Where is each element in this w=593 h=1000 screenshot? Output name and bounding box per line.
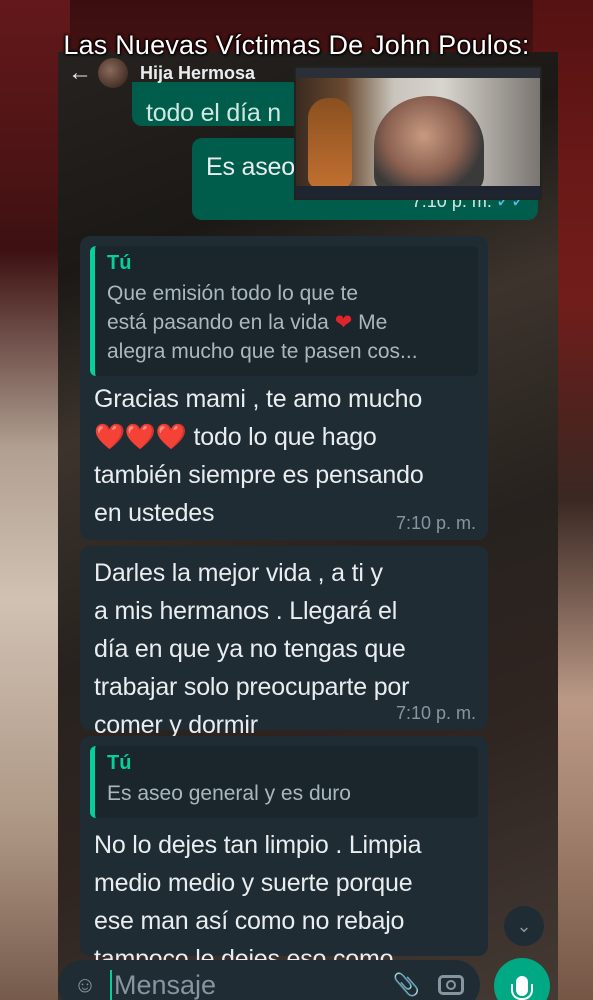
- heart-emoji: ❤: [334, 311, 353, 334]
- quote-line: está pasando en la vida ❤ Me: [107, 308, 468, 337]
- message-text: Gracias mami , te amo mucho: [94, 385, 423, 413]
- message-text: ❤️❤️❤️ todo lo que hago: [80, 418, 488, 456]
- message-text-part: todo lo que hago: [193, 423, 377, 451]
- video-scene: [296, 78, 540, 196]
- message-text: día en que ya no tengas que: [94, 635, 406, 663]
- chevron-double-down-icon[interactable]: ⌄: [504, 906, 544, 946]
- arrow-left-icon[interactable]: ←: [66, 59, 94, 87]
- message-time: 7:10 p. m.: [395, 703, 476, 723]
- avatar[interactable]: [98, 58, 128, 88]
- quote-line-text: está pasando en la vida: [107, 311, 329, 334]
- quote-author: Tú: [107, 252, 132, 274]
- quote-author: Tú: [107, 752, 132, 774]
- chat-screen: ← Hija Hermosa todo el día n Es aseo 7:1…: [58, 52, 558, 1000]
- quote-line: Que emisión todo lo que te: [107, 282, 358, 305]
- camera-icon[interactable]: [438, 975, 464, 995]
- message-text: Darles la mejor vida , a ti y: [94, 559, 383, 587]
- text-cursor: [110, 970, 112, 1000]
- person-image: [374, 96, 484, 196]
- paperclip-icon[interactable]: 📎: [393, 972, 420, 998]
- message-bubble-incoming[interactable]: Tú Que emisión todo lo que te está pasan…: [80, 236, 488, 540]
- mic-icon: [511, 976, 533, 1000]
- quote-line: Es aseo general y es duro: [107, 782, 351, 805]
- message-bubble-incoming[interactable]: Darles la mejor vida , a ti y a mis herm…: [80, 546, 488, 739]
- hearts-emoji: ❤️❤️❤️: [94, 423, 187, 451]
- quoted-message[interactable]: Tú Es aseo general y es duro: [90, 746, 478, 818]
- message-time: 7:10 p. m.: [395, 513, 476, 533]
- quote-line-text: Me: [358, 311, 388, 334]
- message-text: también siempre es pensando: [94, 461, 424, 489]
- message-text: trabajar solo preocuparte por: [94, 673, 410, 701]
- quoted-message[interactable]: Tú Que emisión todo lo que te está pasan…: [90, 246, 478, 376]
- guitar-image: [308, 98, 352, 188]
- video-overlay: [294, 66, 542, 200]
- contact-name[interactable]: Hija Hermosa: [140, 63, 255, 84]
- video-toolbar: [296, 68, 540, 78]
- video-taskbar: [296, 186, 540, 198]
- message-input-bar[interactable]: ☺ Mensaje 📎: [58, 960, 480, 1000]
- message-input[interactable]: Mensaje: [114, 970, 216, 1000]
- message-text: ese man así como no rebajo: [94, 907, 405, 935]
- message-text: No lo dejes tan limpio . Limpia: [94, 831, 422, 859]
- message-bubble-incoming[interactable]: Tú Es aseo general y es duro No lo dejes…: [80, 736, 488, 973]
- video-caption: Las Nuevas Víctimas De John Poulos:: [63, 30, 530, 60]
- message-text: a mis hermanos . Llegará el: [94, 597, 398, 625]
- quote-line: alegra mucho que te pasen cos...: [107, 340, 418, 363]
- emoji-icon[interactable]: ☺: [72, 972, 98, 998]
- message-text: medio medio y suerte porque: [94, 869, 413, 897]
